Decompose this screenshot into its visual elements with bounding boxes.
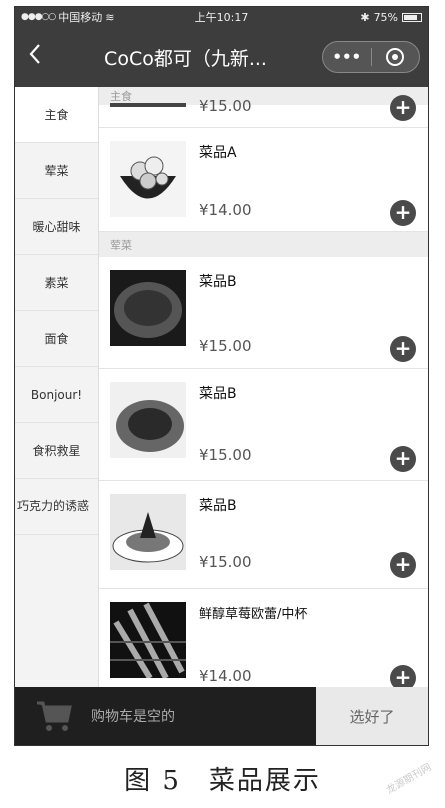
close-ring-icon (386, 48, 405, 66)
battery-percent: 75% (373, 10, 399, 24)
list-item: 菜品B ¥15.00 + (99, 481, 428, 589)
section-header-meat: 荤菜 (99, 232, 428, 257)
item-name: 菜品A (199, 145, 237, 161)
sidebar-item-meat[interactable]: 荤菜 (15, 143, 98, 199)
dish-image (110, 141, 186, 217)
more-button[interactable]: ••• (323, 48, 372, 66)
add-button[interactable]: + (390, 200, 416, 226)
list-item: 菜品B ¥15.00 + (99, 369, 428, 481)
item-price: ¥15.00 (199, 446, 252, 464)
dish-thumbnail (110, 270, 186, 346)
dish-image (110, 494, 186, 570)
item-name: 菜品B (199, 498, 237, 514)
item-name: 菜品B (199, 386, 237, 402)
dish-image (110, 270, 186, 346)
status-bar: ●●●○○ 中国移动 ≋ 上午10:17 ✱ 75% (15, 7, 428, 27)
capsule-menu: ••• (322, 41, 420, 73)
category-sidebar: 主食 荤菜 暖心甜味 素菜 面食 Bonjour! 食积救星 巧克力的诱惑 (15, 87, 99, 687)
cart-bar: 购物车是空的 选好了 (15, 687, 428, 745)
figure-caption: 图 5 菜品展示 (124, 766, 321, 796)
sidebar-item-sweet[interactable]: 暖心甜味 (15, 199, 98, 255)
close-button[interactable] (372, 48, 420, 66)
nav-bar: CoCo都可（九新... ••• (15, 27, 428, 87)
list-item: 鲜醇草莓欧蕾/中杯 ¥14.00 + (99, 589, 428, 687)
wifi-icon: ≋ (105, 10, 115, 24)
sidebar-item-chocolate[interactable]: 巧克力的诱惑 (15, 479, 98, 535)
dish-thumbnail (110, 141, 186, 217)
sidebar-item-vegetable[interactable]: 素菜 (15, 255, 98, 311)
sidebar-item-noodles[interactable]: 面食 (15, 311, 98, 367)
item-name: 菜品B (199, 274, 237, 290)
status-time: 上午10:17 (194, 11, 249, 24)
list-item: 菜品A ¥14.00 + (99, 128, 428, 232)
menu-list: 主食 ¥15.00 + 菜品A ¥14.00 + 荤菜 菜品B ¥15.00 +… (99, 87, 428, 687)
dish-thumbnail (110, 382, 186, 458)
sidebar-item-bonjour[interactable]: Bonjour! (15, 367, 98, 423)
add-button[interactable]: + (390, 552, 416, 578)
checkout-button[interactable]: 选好了 (316, 687, 428, 745)
dish-image (110, 382, 186, 458)
cart-summary[interactable]: 购物车是空的 (15, 687, 316, 745)
back-button[interactable] (15, 42, 55, 72)
dish-thumbnail-partial (110, 103, 186, 107)
item-price-partial: ¥15.00 (199, 97, 252, 115)
sidebar-item-digestive[interactable]: 食积救星 (15, 423, 98, 479)
dish-thumbnail (110, 602, 186, 678)
list-item: 菜品B ¥15.00 + (99, 257, 428, 369)
sidebar-item-staple[interactable]: 主食 (15, 87, 98, 143)
cart-empty-text: 购物车是空的 (91, 709, 175, 725)
add-button[interactable]: + (390, 336, 416, 362)
add-button[interactable]: + (390, 665, 416, 687)
list-item-partial: ¥15.00 + (99, 95, 428, 128)
item-price: ¥15.00 (199, 553, 252, 571)
item-price: ¥15.00 (199, 337, 252, 355)
signal-icon: ●●●○○ (21, 12, 56, 22)
bluetooth-icon: ✱ (360, 10, 370, 24)
phone-screen: ●●●○○ 中国移动 ≋ 上午10:17 ✱ 75% CoCo都可（九新... … (14, 6, 429, 746)
battery-icon (402, 12, 423, 22)
carrier-name: 中国移动 (58, 11, 103, 24)
add-button[interactable]: + (390, 446, 416, 472)
add-button-partial[interactable]: + (390, 95, 416, 121)
shopping-cart-icon (37, 701, 72, 731)
item-name: 鲜醇草莓欧蕾/中杯 (199, 607, 308, 622)
item-price: ¥14.00 (199, 667, 252, 685)
page-title: CoCo都可（九新... (104, 47, 267, 70)
dish-image (110, 602, 186, 678)
dish-thumbnail (110, 494, 186, 570)
item-price: ¥14.00 (199, 201, 252, 219)
chevron-left-icon (29, 44, 40, 64)
